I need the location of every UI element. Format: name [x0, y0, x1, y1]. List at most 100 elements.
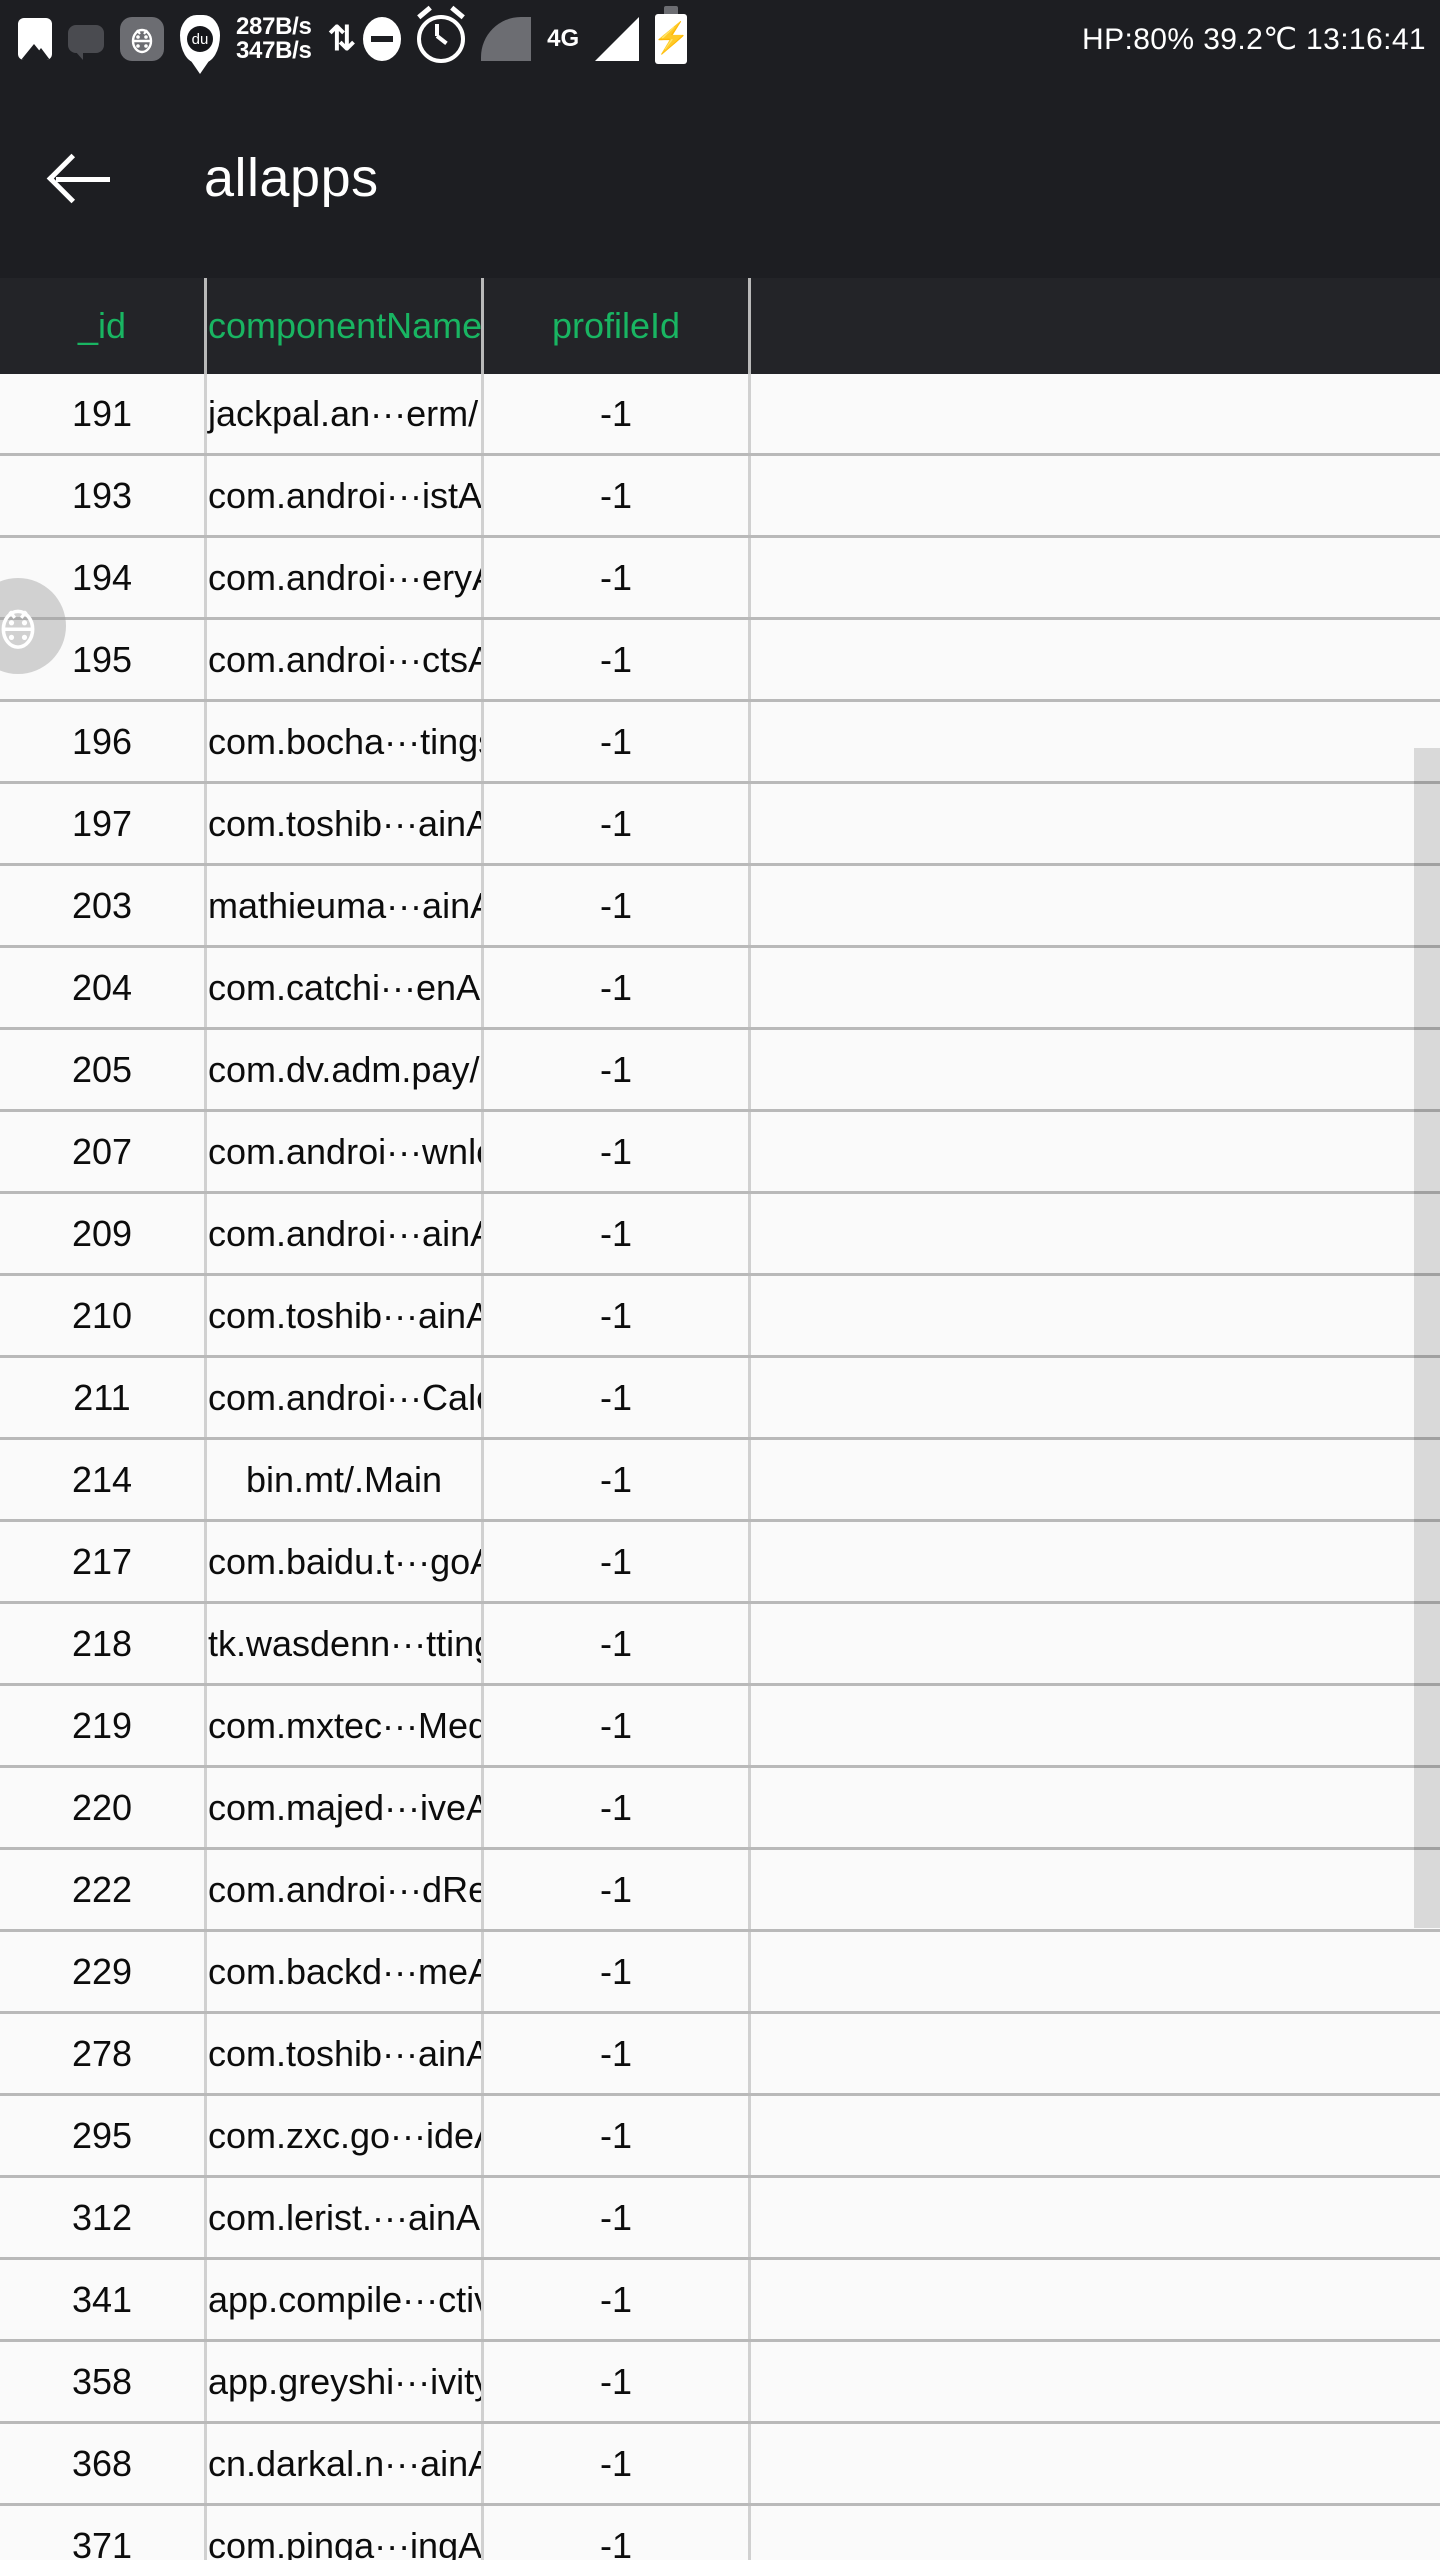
table-row[interactable]: 295com.zxc.go···ideActivity-1 GoFir	[0, 2094, 1440, 2178]
cell-id: 312	[0, 2176, 207, 2260]
page-title: allapps	[204, 148, 379, 208]
cell-id: 278	[0, 2012, 207, 2096]
table-row[interactable]: 191jackpal.an···erm/.Term-1 终端模	[0, 374, 1440, 456]
table-row[interactable]: 341app.compile···ctivityIde-1 Comp	[0, 2258, 1440, 2342]
cell-title-text: NoRoot F	[912, 2361, 1440, 2403]
cell-title-text: 录音	[912, 1864, 1440, 1916]
table-row[interactable]: 207com.androi···wnloadList-1 下载	[0, 1110, 1440, 1194]
cell-profileid: -1	[482, 946, 751, 1030]
cell-id: 196	[0, 700, 207, 784]
cell-id: 218	[0, 1602, 207, 1686]
cell-title-text: MT管理	[912, 1454, 1440, 1506]
cell-componentname: jackpal.an···erm/.Term	[205, 374, 484, 456]
cell-id: 341	[0, 2258, 207, 2342]
cell-id: 203	[0, 864, 207, 948]
chat-bubble-icon	[68, 25, 104, 60]
table-row[interactable]: 217com.baidu.t···goActivity-1 贴吧极	[0, 1520, 1440, 1604]
cell-profileid: -1	[482, 2340, 751, 2424]
alarm-clock-icon	[417, 15, 466, 63]
cell-profileid: -1	[482, 1930, 751, 2014]
table-header: _id componentName profileId title	[0, 278, 1440, 374]
cell-title: 短信	[749, 454, 1440, 538]
cell-title-text: MX T	[912, 803, 1440, 845]
column-header-title-text: title	[912, 305, 1440, 347]
net-download-speed: 347B/s	[236, 37, 312, 64]
cell-profileid: -1	[482, 2422, 751, 2506]
cell-profileid: -1	[482, 1274, 751, 1358]
table-row[interactable]: 203mathieuma···ainActivity-1 Ripp	[0, 864, 1440, 948]
cell-id: 214	[0, 1438, 207, 1522]
table-row[interactable]: 219com.mxtec···MediaList-1 MX Play	[0, 1684, 1440, 1768]
cell-profileid: -1	[482, 1110, 751, 1194]
cell-title-text: 计算	[912, 1372, 1440, 1424]
table-row[interactable]: 218tk.wasdenn···ttingsAlias-1 Android	[0, 1602, 1440, 1686]
table-row[interactable]: 197com.toshib···ainActivity-1 MX T	[0, 782, 1440, 866]
cell-id: 220	[0, 1766, 207, 1850]
cell-title-text: 平式栏打	[912, 716, 1440, 768]
table-row[interactable]: 278com.toshib···ainActivity-1 MyFFm	[0, 2012, 1440, 2096]
table-row[interactable]: 220com.majed···iveActivity-1 SuperB	[0, 1766, 1440, 1850]
cell-title: Inputti	[749, 946, 1440, 1030]
cell-title: NoRoot F	[749, 2340, 1440, 2424]
table-row[interactable]: 196com.bocha···tings.Main-1 平式栏打	[0, 700, 1440, 784]
cell-profileid: -1	[482, 1520, 751, 1604]
cell-title-text: 系统更	[912, 1208, 1440, 1260]
cell-title-text: HttpInter	[912, 2443, 1440, 2485]
column-header-componentname[interactable]: componentName	[205, 278, 484, 374]
cell-componentname: com.androi···istActivity	[205, 454, 484, 538]
allapps-table: _id componentName profileId title 191jac…	[0, 278, 1440, 2560]
cell-title-text: Inputti	[912, 967, 1440, 1009]
cell-title: 系统更	[749, 1192, 1440, 1276]
table-row[interactable]: 229com.backd···meActivity-1 Backd	[0, 1930, 1440, 2014]
cell-componentname: com.androi···Calculator	[205, 1356, 484, 1440]
back-arrow-icon[interactable]	[52, 147, 114, 209]
cell-title: Android	[749, 1602, 1440, 1686]
cell-title: 电话	[749, 618, 1440, 702]
table-row[interactable]: 193com.androi···istActivity-1 短信	[0, 454, 1440, 538]
column-header-title[interactable]: title	[749, 278, 1440, 374]
table-row[interactable]: 204com.catchi···enActivity-1 Inputti	[0, 946, 1440, 1030]
cell-profileid: -1	[482, 864, 751, 948]
cell-title-text: MyFFm	[912, 2033, 1440, 2075]
cell-title: MX数据加	[749, 1274, 1440, 1358]
table-row[interactable]: 211com.androi···Calculator-1 计算	[0, 1356, 1440, 1440]
cell-profileid: -1	[482, 1028, 751, 1112]
table-row[interactable]: 214bin.mt/.Main-1 MT管理	[0, 1438, 1440, 1522]
status-bar-right-info: HP:80% 39.2℃ 13:16:41	[1082, 22, 1426, 57]
cell-profileid: -1	[482, 2094, 751, 2178]
cell-componentname: com.toshib···ainActivity	[205, 2012, 484, 2096]
cell-title: MyFFm	[749, 2012, 1440, 2096]
table-row[interactable]: 194com.androi···eryActivity-1图库	[0, 536, 1440, 620]
table-row[interactable]: 358app.greyshi···ivityPager-1 NoRoot F	[0, 2340, 1440, 2424]
column-header-profileid[interactable]: profileId	[482, 278, 751, 374]
table-row[interactable]: 205com.dv.adm.pay/.Main-1 ADM	[0, 1028, 1440, 1112]
cell-profileid: -1	[482, 2258, 751, 2342]
table-row[interactable]: 371com.pinga···ingActivity-1 平安口袋	[0, 2504, 1440, 2560]
du-location-icon: du	[180, 15, 220, 63]
cell-id: 222	[0, 1848, 207, 1932]
cell-id: 197	[0, 782, 207, 866]
table-row[interactable]: 222com.androi···dRecorder-1 录音	[0, 1848, 1440, 1932]
table-row[interactable]: 210com.toshib···ainActivity-1 MX数据加	[0, 1274, 1440, 1358]
cell-componentname: com.androi···dRecorder	[205, 1848, 484, 1932]
cell-title-text: MX Play	[912, 1705, 1440, 1747]
cell-id: 295	[0, 2094, 207, 2178]
status-info-text: HP:80% 39.2℃ 13:16:41	[1082, 22, 1426, 56]
net-upload-speed: 287B/s	[236, 12, 312, 40]
table-row[interactable]: 195com.androi···ctsActivity-1电话	[0, 618, 1440, 702]
table-row[interactable]: 209com.androi···ainActivity-1 系统更	[0, 1192, 1440, 1276]
column-header-id[interactable]: _id	[0, 278, 207, 374]
cell-title-text: 电话	[912, 634, 1440, 686]
table-row[interactable]: 312com.lerist.···ainActivity-1 Go H	[0, 2176, 1440, 2260]
table-row[interactable]: 368cn.darkal.n···ainActivity-1 HttpInter	[0, 2422, 1440, 2506]
cell-componentname: com.dv.adm.pay/.Main	[205, 1028, 484, 1112]
cell-componentname: com.androi···eryActivity	[205, 536, 484, 620]
cell-title-text: Backd	[912, 1951, 1440, 1993]
updown-arrows-icon: ⇅	[327, 20, 356, 58]
cell-title: MX Play	[749, 1684, 1440, 1768]
cell-componentname: tk.wasdenn···ttingsAlias	[205, 1602, 484, 1686]
cell-id: 229	[0, 1930, 207, 2014]
cell-title: SuperB	[749, 1766, 1440, 1850]
cell-componentname: com.toshib···ainActivity	[205, 1274, 484, 1358]
data-table-container[interactable]: _id componentName profileId title 191jac…	[0, 278, 1440, 2560]
